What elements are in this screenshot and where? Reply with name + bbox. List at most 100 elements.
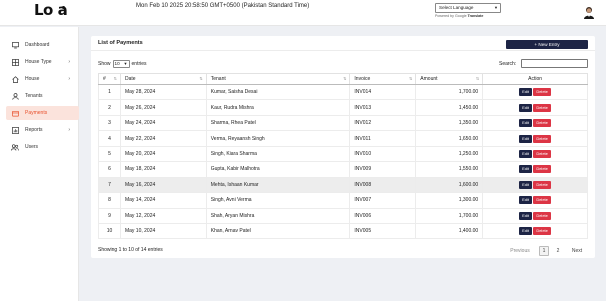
sidebar-item-dashboard[interactable]: Dashboard: [6, 38, 79, 52]
column-header-number[interactable]: # ⇅: [98, 73, 121, 85]
edit-button[interactable]: Edit: [519, 88, 533, 97]
delete-button[interactable]: Delete: [533, 180, 552, 189]
logo[interactable]: Lo a: [34, 1, 74, 21]
search-label: Search:: [499, 61, 517, 67]
edit-button[interactable]: Edit: [519, 103, 533, 112]
cell-invoice: INV014: [349, 83, 417, 101]
cell-tenant: Shah, Aryan Mishra: [205, 207, 351, 224]
column-header-amount[interactable]: Amount ⇅: [415, 73, 484, 85]
delete-button[interactable]: Delete: [533, 88, 552, 97]
cell-action: Edit Delete: [482, 83, 588, 101]
cell-invoice: INV012: [349, 114, 417, 132]
cell-action: Edit Delete: [482, 222, 588, 240]
edit-button[interactable]: Edit: [519, 165, 533, 174]
chevron-down-icon: ▼: [123, 61, 128, 66]
delete-button[interactable]: Delete: [533, 211, 552, 220]
pagination-page-2[interactable]: 2: [553, 246, 563, 256]
column-header-action: Action: [482, 73, 588, 85]
delete-button[interactable]: Delete: [533, 134, 552, 143]
cell-number: 10: [98, 222, 121, 240]
table-row-highlighted: 7 May 16, 2024 Mehta, Ishaan Kumar INV00…: [98, 176, 588, 194]
sidebar-item-label: Payments: [25, 110, 48, 116]
entries-length-control: Show 10 ▼ entries: [98, 60, 147, 68]
search-input[interactable]: [521, 59, 588, 68]
cell-invoice: INV008: [349, 176, 417, 194]
logo-mark-icon: [62, 6, 65, 9]
edit-button[interactable]: Edit: [519, 119, 533, 128]
cell-invoice: INV011: [349, 130, 417, 147]
cell-number: 4: [98, 130, 121, 147]
delete-button[interactable]: Delete: [533, 119, 552, 128]
column-header-invoice[interactable]: Invoice ⇅: [349, 73, 417, 85]
sort-icon: ⇅: [199, 76, 203, 81]
cell-tenant: Verma, Reyaansh Singh: [205, 130, 351, 147]
cell-action: Edit Delete: [482, 176, 588, 194]
language-select[interactable]: Select Language ▼: [435, 3, 501, 13]
delete-button[interactable]: Delete: [533, 103, 552, 112]
monitor-icon: [11, 41, 19, 49]
new-entry-button[interactable]: + New Entry: [506, 40, 588, 49]
payments-table: # ⇅ Date ⇅ Tenant ⇅ Invoice ⇅ Amount ⇅ Action…: [98, 73, 588, 240]
cell-invoice: INV013: [349, 99, 417, 116]
cell-invoice: INV007: [349, 192, 417, 209]
wallet-icon: [11, 109, 19, 117]
cell-number: 9: [98, 207, 121, 224]
edit-button[interactable]: Edit: [519, 149, 533, 158]
delete-button[interactable]: Delete: [533, 196, 552, 205]
cell-amount: 1,450.00: [415, 99, 484, 116]
column-header-date[interactable]: Date ⇅: [119, 73, 207, 85]
sidebar-item-house[interactable]: House ›: [6, 72, 79, 86]
pagination-previous[interactable]: Previous: [506, 246, 534, 256]
cell-date: May 14, 2024: [119, 192, 207, 209]
sidebar-item-house-type[interactable]: House Type ›: [6, 55, 79, 69]
sidebar-item-users[interactable]: Users: [6, 140, 79, 154]
cell-number: 5: [98, 145, 121, 163]
pagination-next[interactable]: Next: [567, 246, 587, 256]
delete-button[interactable]: Delete: [533, 165, 552, 174]
datetime-display: Mon Feb 10 2025 20:58:50 GMT+0500 (Pakis…: [136, 3, 310, 9]
cell-invoice: INV009: [349, 161, 417, 178]
sidebar-item-tenants[interactable]: Tenants: [6, 89, 79, 103]
edit-button[interactable]: Edit: [519, 227, 533, 236]
powered-brand[interactable]: Translate: [468, 14, 484, 18]
cell-tenant: Khan, Arnav Patel: [205, 222, 351, 240]
entries-select[interactable]: 10 ▼: [112, 60, 130, 68]
sort-icon: ⇅: [408, 76, 413, 81]
edit-button[interactable]: Edit: [519, 211, 533, 220]
delete-button[interactable]: Delete: [533, 149, 552, 158]
cell-date: May 12, 2024: [119, 207, 207, 224]
cell-date: May 18, 2024: [119, 161, 207, 178]
table-header-row: # ⇅ Date ⇅ Tenant ⇅ Invoice ⇅ Amount ⇅ Action: [98, 73, 588, 85]
powered-prefix: Powered by Google: [435, 14, 467, 18]
table-row: 10 May 10, 2024 Khan, Arnav Patel INV005…: [98, 222, 588, 240]
cell-action: Edit Delete: [482, 145, 588, 163]
sidebar-item-reports[interactable]: Reports ›: [6, 123, 79, 137]
cell-amount: 1,550.00: [415, 161, 484, 178]
avatar[interactable]: [583, 6, 595, 19]
cell-invoice: INV010: [349, 145, 417, 163]
table-row: 6 May 18, 2024 Gupta, Kabir Malhotra INV…: [98, 161, 588, 178]
sidebar-item-payments[interactable]: Payments: [6, 106, 79, 120]
cell-amount: 1,650.00: [415, 130, 484, 147]
entries-label: entries: [131, 61, 147, 67]
sidebar-item-label: Tenants: [25, 93, 43, 99]
sidebar-item-label: Users: [25, 144, 39, 150]
edit-button[interactable]: Edit: [519, 134, 533, 143]
cell-number: 2: [98, 99, 121, 116]
cell-amount: 1,600.00: [415, 176, 484, 194]
users-icon: [11, 143, 19, 151]
sidebar-item-label: Reports: [25, 127, 43, 133]
delete-button[interactable]: Delete: [533, 227, 552, 236]
edit-button[interactable]: Edit: [519, 180, 533, 189]
table-body: 1 May 28, 2024 Kumar, Saisha Desai INV01…: [98, 83, 588, 240]
pagination-page-1[interactable]: 1: [539, 246, 549, 256]
table-row: 9 May 12, 2024 Shah, Aryan Mishra INV006…: [98, 207, 588, 224]
cell-action: Edit Delete: [482, 161, 588, 178]
cell-amount: 1,250.00: [415, 145, 484, 163]
column-header-tenant[interactable]: Tenant ⇅: [205, 73, 351, 85]
edit-button[interactable]: Edit: [519, 196, 533, 205]
home-icon: [11, 75, 19, 83]
cell-tenant: Kumar, Saisha Desai: [205, 83, 351, 101]
cell-date: May 16, 2024: [119, 176, 207, 194]
cell-action: Edit Delete: [482, 192, 588, 209]
